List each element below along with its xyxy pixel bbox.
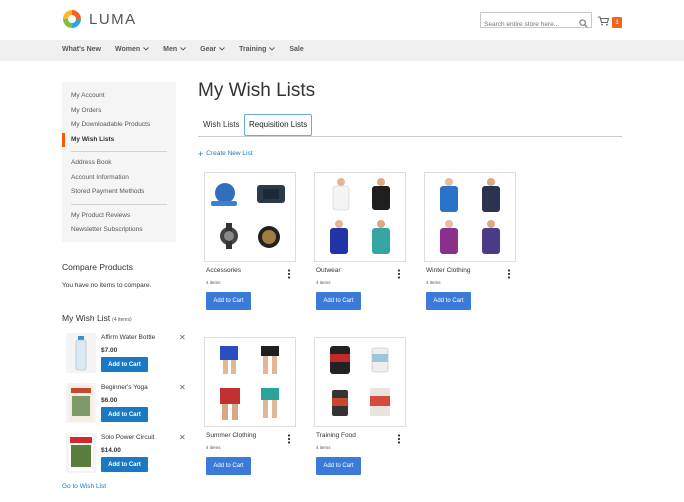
more-options-icon[interactable] [397,431,401,449]
chevron-down-icon [143,46,149,53]
compare-products-title: Compare Products [62,262,133,272]
add-to-cart-button[interactable]: Add to Cart [101,407,148,422]
chevron-down-icon [219,46,225,53]
list-card: Accessories 4 items Add to Cart [204,172,296,314]
account-nav-address-book[interactable]: Address Book [62,156,176,171]
search-box[interactable] [480,12,592,32]
nav-item-men[interactable]: Men [163,46,186,53]
add-to-cart-button[interactable]: Add to Cart [206,292,251,310]
nav-item-training[interactable]: Training [239,46,276,53]
nav-item-women[interactable]: Women [115,46,149,53]
list-item-count: 4 items [316,280,331,285]
account-nav-my-wish-lists[interactable]: My Wish Lists [62,132,176,147]
account-nav-product-reviews[interactable]: My Product Reviews [62,209,176,224]
list-name[interactable]: Winter Clothing [426,267,470,274]
add-to-cart-button[interactable]: Add to Cart [316,457,361,475]
product-thumbnail[interactable] [66,333,96,373]
brand-name: LUMA [89,10,137,28]
list-item-count: 4 items [206,280,221,285]
list-item-count: 4 items [426,280,441,285]
list-card: Training Food 4 items Add to Cart [314,337,406,479]
luma-logo[interactable]: LUMA [62,9,137,29]
list-card: Winter Clothing 4 items Add to Cart [424,172,516,314]
nav-item-sale[interactable]: Sale [289,46,303,53]
product-thumbnail[interactable] [66,383,96,423]
cart-count-badge: 1 [612,16,622,28]
sidebar-wishlist-item: Beginner's Yoga $6.00 Add to Cart ✕ [62,383,188,429]
list-card-image[interactable] [314,172,406,262]
search-icon[interactable] [579,15,588,33]
list-name[interactable]: Accessories [206,267,241,274]
wishlist-item-price: $6.00 [101,397,118,404]
remove-item-icon[interactable]: ✕ [179,333,186,342]
minicart[interactable]: 1 [598,13,622,31]
list-card: Summer Clothing 4 items Add to Cart [204,337,296,479]
account-nav-my-account[interactable]: My Account [62,89,176,104]
list-card-image[interactable] [204,172,296,262]
sidebar-wishlist-item: Affirm Water Bottle $7.00 Add to Cart ✕ [62,333,188,379]
fitness-dvd-image [69,435,93,471]
divider [71,151,167,152]
more-options-icon[interactable] [287,266,291,284]
more-options-icon[interactable] [287,431,291,449]
add-to-cart-button[interactable]: Add to Cart [316,292,361,310]
add-to-cart-button[interactable]: Add to Cart [426,292,471,310]
remove-item-icon[interactable]: ✕ [179,383,186,392]
list-card: Outwear 4 items Add to Cart [314,172,406,314]
account-navigation: My Account My Orders My Downloadable Pro… [62,82,176,242]
list-card-image[interactable] [424,172,516,262]
sidebar-wishlist-title: My Wish List (4 items) [62,313,132,323]
wishlist-tabs: Wish Lists Requisition Lists [198,114,622,137]
account-nav-stored-payment-methods[interactable]: Stored Payment Methods [62,185,176,200]
wishlist-item-name[interactable]: Affirm Water Bottle [101,334,155,341]
water-bottle-image [75,336,87,371]
add-to-cart-button[interactable]: Add to Cart [206,457,251,475]
list-name[interactable]: Summer Clothing [206,432,256,439]
search-input[interactable] [481,17,577,32]
page-title: My Wish Lists [198,80,316,101]
wishlist-item-price: $7.00 [101,347,118,354]
compare-empty-message: You have no items to compare. [62,282,152,289]
go-to-wishlist-link[interactable]: Go to Wish List [62,483,106,490]
nav-item-gear[interactable]: Gear [200,46,225,53]
nav-item-whats-new[interactable]: What's New [62,46,101,53]
divider [71,203,167,205]
product-thumbnail[interactable] [66,433,96,473]
sidebar-wishlist-item: Solo Power Circuit $14.00 Add to Cart ✕ [62,433,188,479]
create-new-list-link[interactable]: + Create New List [198,148,253,159]
wishlist-count: (4 items) [112,317,132,323]
more-options-icon[interactable] [507,266,511,284]
chevron-down-icon [269,46,276,53]
plus-icon: + [198,148,204,159]
wishlist-item-name[interactable]: Solo Power Circuit [101,434,154,441]
add-to-cart-button[interactable]: Add to Cart [101,457,148,472]
account-nav-account-information[interactable]: Account Information [62,171,176,186]
tab-requisition-lists[interactable]: Requisition Lists [244,114,313,136]
yoga-dvd-image [69,385,93,421]
list-card-image[interactable] [314,337,406,427]
list-item-count: 4 items [316,445,331,450]
luma-logo-icon [62,9,82,29]
tab-wish-lists[interactable]: Wish Lists [203,114,239,136]
account-nav-downloadable-products[interactable]: My Downloadable Products [62,118,176,133]
page-header: LUMA 1 [0,0,684,40]
chevron-down-icon [180,46,186,53]
wishlist-item-price: $14.00 [101,447,121,454]
more-options-icon[interactable] [397,266,401,284]
list-name[interactable]: Outwear [316,267,341,274]
cart-icon[interactable] [598,13,610,31]
add-to-cart-button[interactable]: Add to Cart [101,357,148,372]
wishlist-item-name[interactable]: Beginner's Yoga [101,384,148,391]
account-nav-my-orders[interactable]: My Orders [62,104,176,119]
list-item-count: 4 items [206,445,221,450]
main-navigation: What's New Women Men Gear Training Sale [0,40,684,61]
remove-item-icon[interactable]: ✕ [179,433,186,442]
list-card-image[interactable] [204,337,296,427]
list-name[interactable]: Training Food [316,432,356,439]
account-nav-newsletter-subscriptions[interactable]: Newsletter Subscriptions [62,223,176,238]
